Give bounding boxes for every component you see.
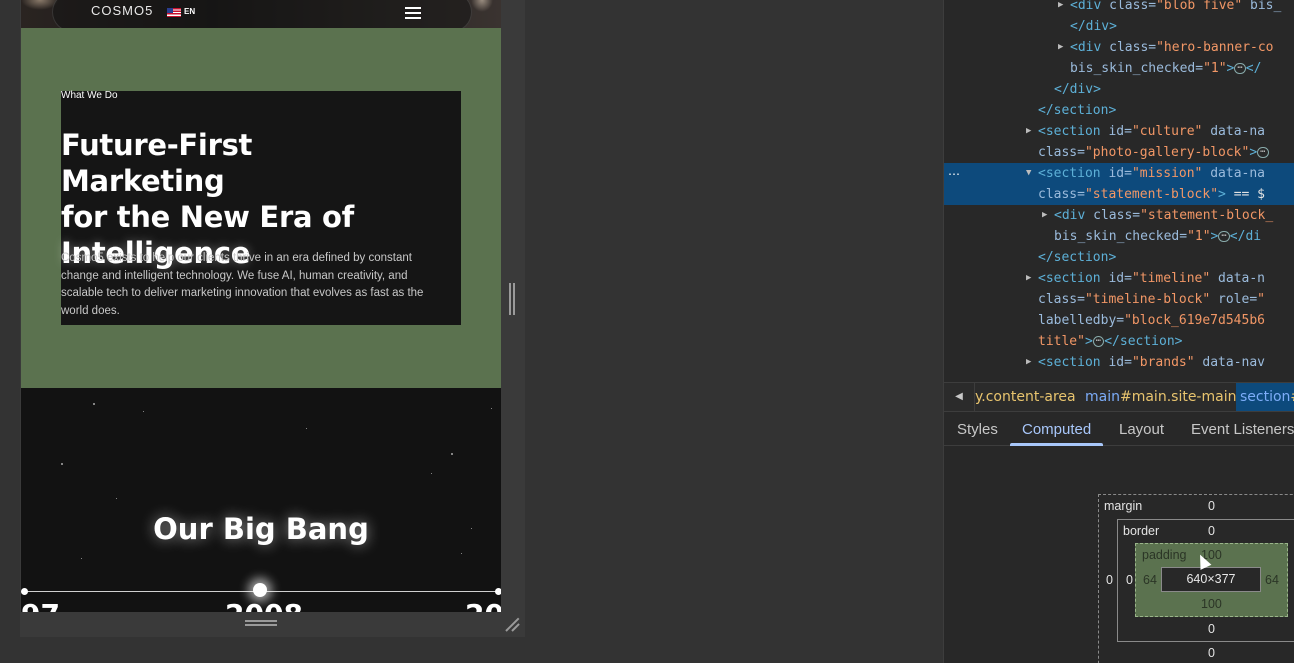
padding-label: padding [1142, 548, 1187, 562]
site-logo[interactable]: COSMO5 [91, 3, 153, 18]
timeline-title: Our Big Bang [21, 512, 501, 546]
dom-node[interactable]: </section> [944, 100, 1294, 121]
tab-layout[interactable]: Layout [1119, 412, 1164, 446]
breadcrumb: ◀ y.content-area main#main.site-main sec… [944, 382, 1294, 412]
star [491, 408, 492, 409]
dom-node[interactable]: bis_skin_checked="1"> ⋯ </ [944, 58, 1294, 79]
padding-right-value[interactable]: 64 [1265, 573, 1279, 587]
border-label: border [1123, 524, 1160, 538]
expand-arrow-closed-icon[interactable]: ▶ [1026, 121, 1031, 142]
timeline-dot-start[interactable] [21, 588, 28, 595]
timeline-year[interactable]: 2008 [225, 598, 303, 612]
mission-body: Cosmo5 exists to help our clients thrive… [61, 252, 424, 317]
breadcrumb-item[interactable]: main#main.site-main [1085, 389, 1236, 405]
dom-node[interactable]: ▶ <section id="culture" data-na [944, 121, 1294, 142]
star [61, 463, 63, 465]
star [461, 553, 462, 554]
dom-node[interactable]: class="photo-gallery-block"> ⋯ [944, 142, 1294, 163]
header-image-right [471, 0, 493, 12]
devtools-panel: ▶ <div class="blob five" bis_ </div> ▶ <div … [943, 0, 1294, 663]
star [306, 428, 307, 429]
expand-arrow-open-icon[interactable]: ▼ [1026, 163, 1031, 184]
expand-arrow-closed-icon[interactable]: ▶ [1058, 0, 1063, 16]
dom-node-selected[interactable]: class="statement-block"> == $ [944, 184, 1294, 205]
device-resize-handle-bottom[interactable] [245, 620, 277, 626]
dom-node[interactable]: </div> [944, 79, 1294, 100]
device-resize-handle-right[interactable] [509, 283, 515, 315]
device-viewport: COSMO5 EN What We Do Future-First Market… [0, 0, 943, 663]
device-resize-corner-icon[interactable] [504, 616, 520, 632]
timeline-active-marker[interactable] [253, 583, 267, 597]
dom-node[interactable]: ▶ <div class="statement-block_ [944, 205, 1294, 226]
star [81, 558, 82, 559]
emulated-page[interactable]: COSMO5 EN What We Do Future-First Market… [21, 0, 501, 612]
us-flag-icon[interactable] [167, 8, 181, 17]
star [431, 473, 432, 474]
site-header: COSMO5 EN [21, 0, 501, 33]
timeline-year[interactable]: 97 [21, 598, 60, 612]
mission-section: What We Do Future-First Marketing for th… [21, 28, 501, 388]
margin-top-value[interactable]: 0 [1208, 499, 1215, 513]
breadcrumb-item-selected[interactable]: section# [1236, 383, 1294, 411]
dom-node[interactable]: ▶ <section id="brands" data-nav [944, 352, 1294, 373]
box-model-diagram: 640×377 margin 0 0 0 border 0 0 0 paddin… [944, 446, 1294, 663]
tab-event-listeners[interactable]: Event Listeners [1191, 412, 1294, 446]
timeline-section: Our Big Bang 97 2008 20 [21, 388, 501, 612]
device-bottom-bar [20, 612, 525, 637]
dom-node-selected[interactable]: ▼ <section id="mission" data-na [944, 163, 1294, 184]
hamburger-menu-icon[interactable] [405, 7, 421, 19]
dom-node[interactable]: </section> [944, 247, 1294, 268]
timeline-year[interactable]: 20 [465, 598, 501, 612]
expand-arrow-closed-icon[interactable]: ▶ [1026, 352, 1031, 373]
margin-left-value[interactable]: 0 [1106, 573, 1113, 587]
section-eyebrow: What We Do [61, 90, 118, 101]
dom-node[interactable]: class="timeline-block" role=" [944, 289, 1294, 310]
border-top-value[interactable]: 0 [1208, 524, 1215, 538]
star [143, 411, 144, 412]
device-frame: COSMO5 EN What We Do Future-First Market… [20, 0, 525, 637]
expand-arrow-closed-icon[interactable]: ▶ [1026, 268, 1031, 289]
timeline-title-prefix: Our [153, 512, 213, 546]
headline-line-2: for the New Era of [61, 200, 354, 234]
box-model-content-size[interactable]: 640×377 [1161, 567, 1261, 592]
dom-node[interactable]: ▶ <div class="hero-banner-co [944, 37, 1294, 58]
dom-node[interactable]: labelledby="block_619e7d545b6 [944, 310, 1294, 331]
more-options-icon[interactable]: ⋯ [948, 167, 960, 181]
breadcrumb-scroll-left-icon[interactable]: ◀ [944, 383, 975, 411]
padding-bottom-value[interactable]: 100 [1201, 597, 1222, 611]
breadcrumb-item[interactable]: y.content-area [975, 389, 1076, 405]
logo-dots-icon [133, 18, 155, 33]
elements-dom-tree[interactable]: ▶ <div class="blob five" bis_ </div> ▶ <div … [944, 0, 1294, 382]
timeline-title-emphasis: Big Bang [222, 512, 369, 546]
tab-computed[interactable]: Computed [1009, 412, 1104, 446]
padding-left-value[interactable]: 64 [1143, 573, 1157, 587]
timeline-dot-end[interactable] [495, 588, 501, 595]
margin-label: margin [1104, 499, 1143, 513]
margin-bottom-value[interactable]: 0 [1208, 646, 1215, 660]
dom-node[interactable]: title"> ⋯ </section> [944, 331, 1294, 352]
language-selector[interactable]: EN [184, 7, 195, 16]
star [93, 403, 95, 405]
border-left-value[interactable]: 0 [1126, 573, 1133, 587]
expand-arrow-closed-icon[interactable]: ▶ [1058, 37, 1063, 58]
expand-arrow-closed-icon[interactable]: ▶ [1042, 205, 1047, 226]
star [451, 453, 453, 455]
dom-node[interactable]: ▶ <div class="blob five" bis_ [944, 0, 1294, 16]
dom-node[interactable]: bis_skin_checked="1"> ⋯ </di [944, 226, 1294, 247]
dom-node[interactable]: ▶ <section id="timeline" data-n [944, 268, 1294, 289]
star [116, 498, 117, 499]
border-bottom-value[interactable]: 0 [1208, 622, 1215, 636]
headline-line-1: Future-First Marketing [61, 128, 253, 198]
tab-styles[interactable]: Styles [957, 412, 998, 446]
dom-node[interactable]: </div> [944, 16, 1294, 37]
sidebar-tabs: Styles Computed Layout Event Listeners [944, 412, 1294, 446]
